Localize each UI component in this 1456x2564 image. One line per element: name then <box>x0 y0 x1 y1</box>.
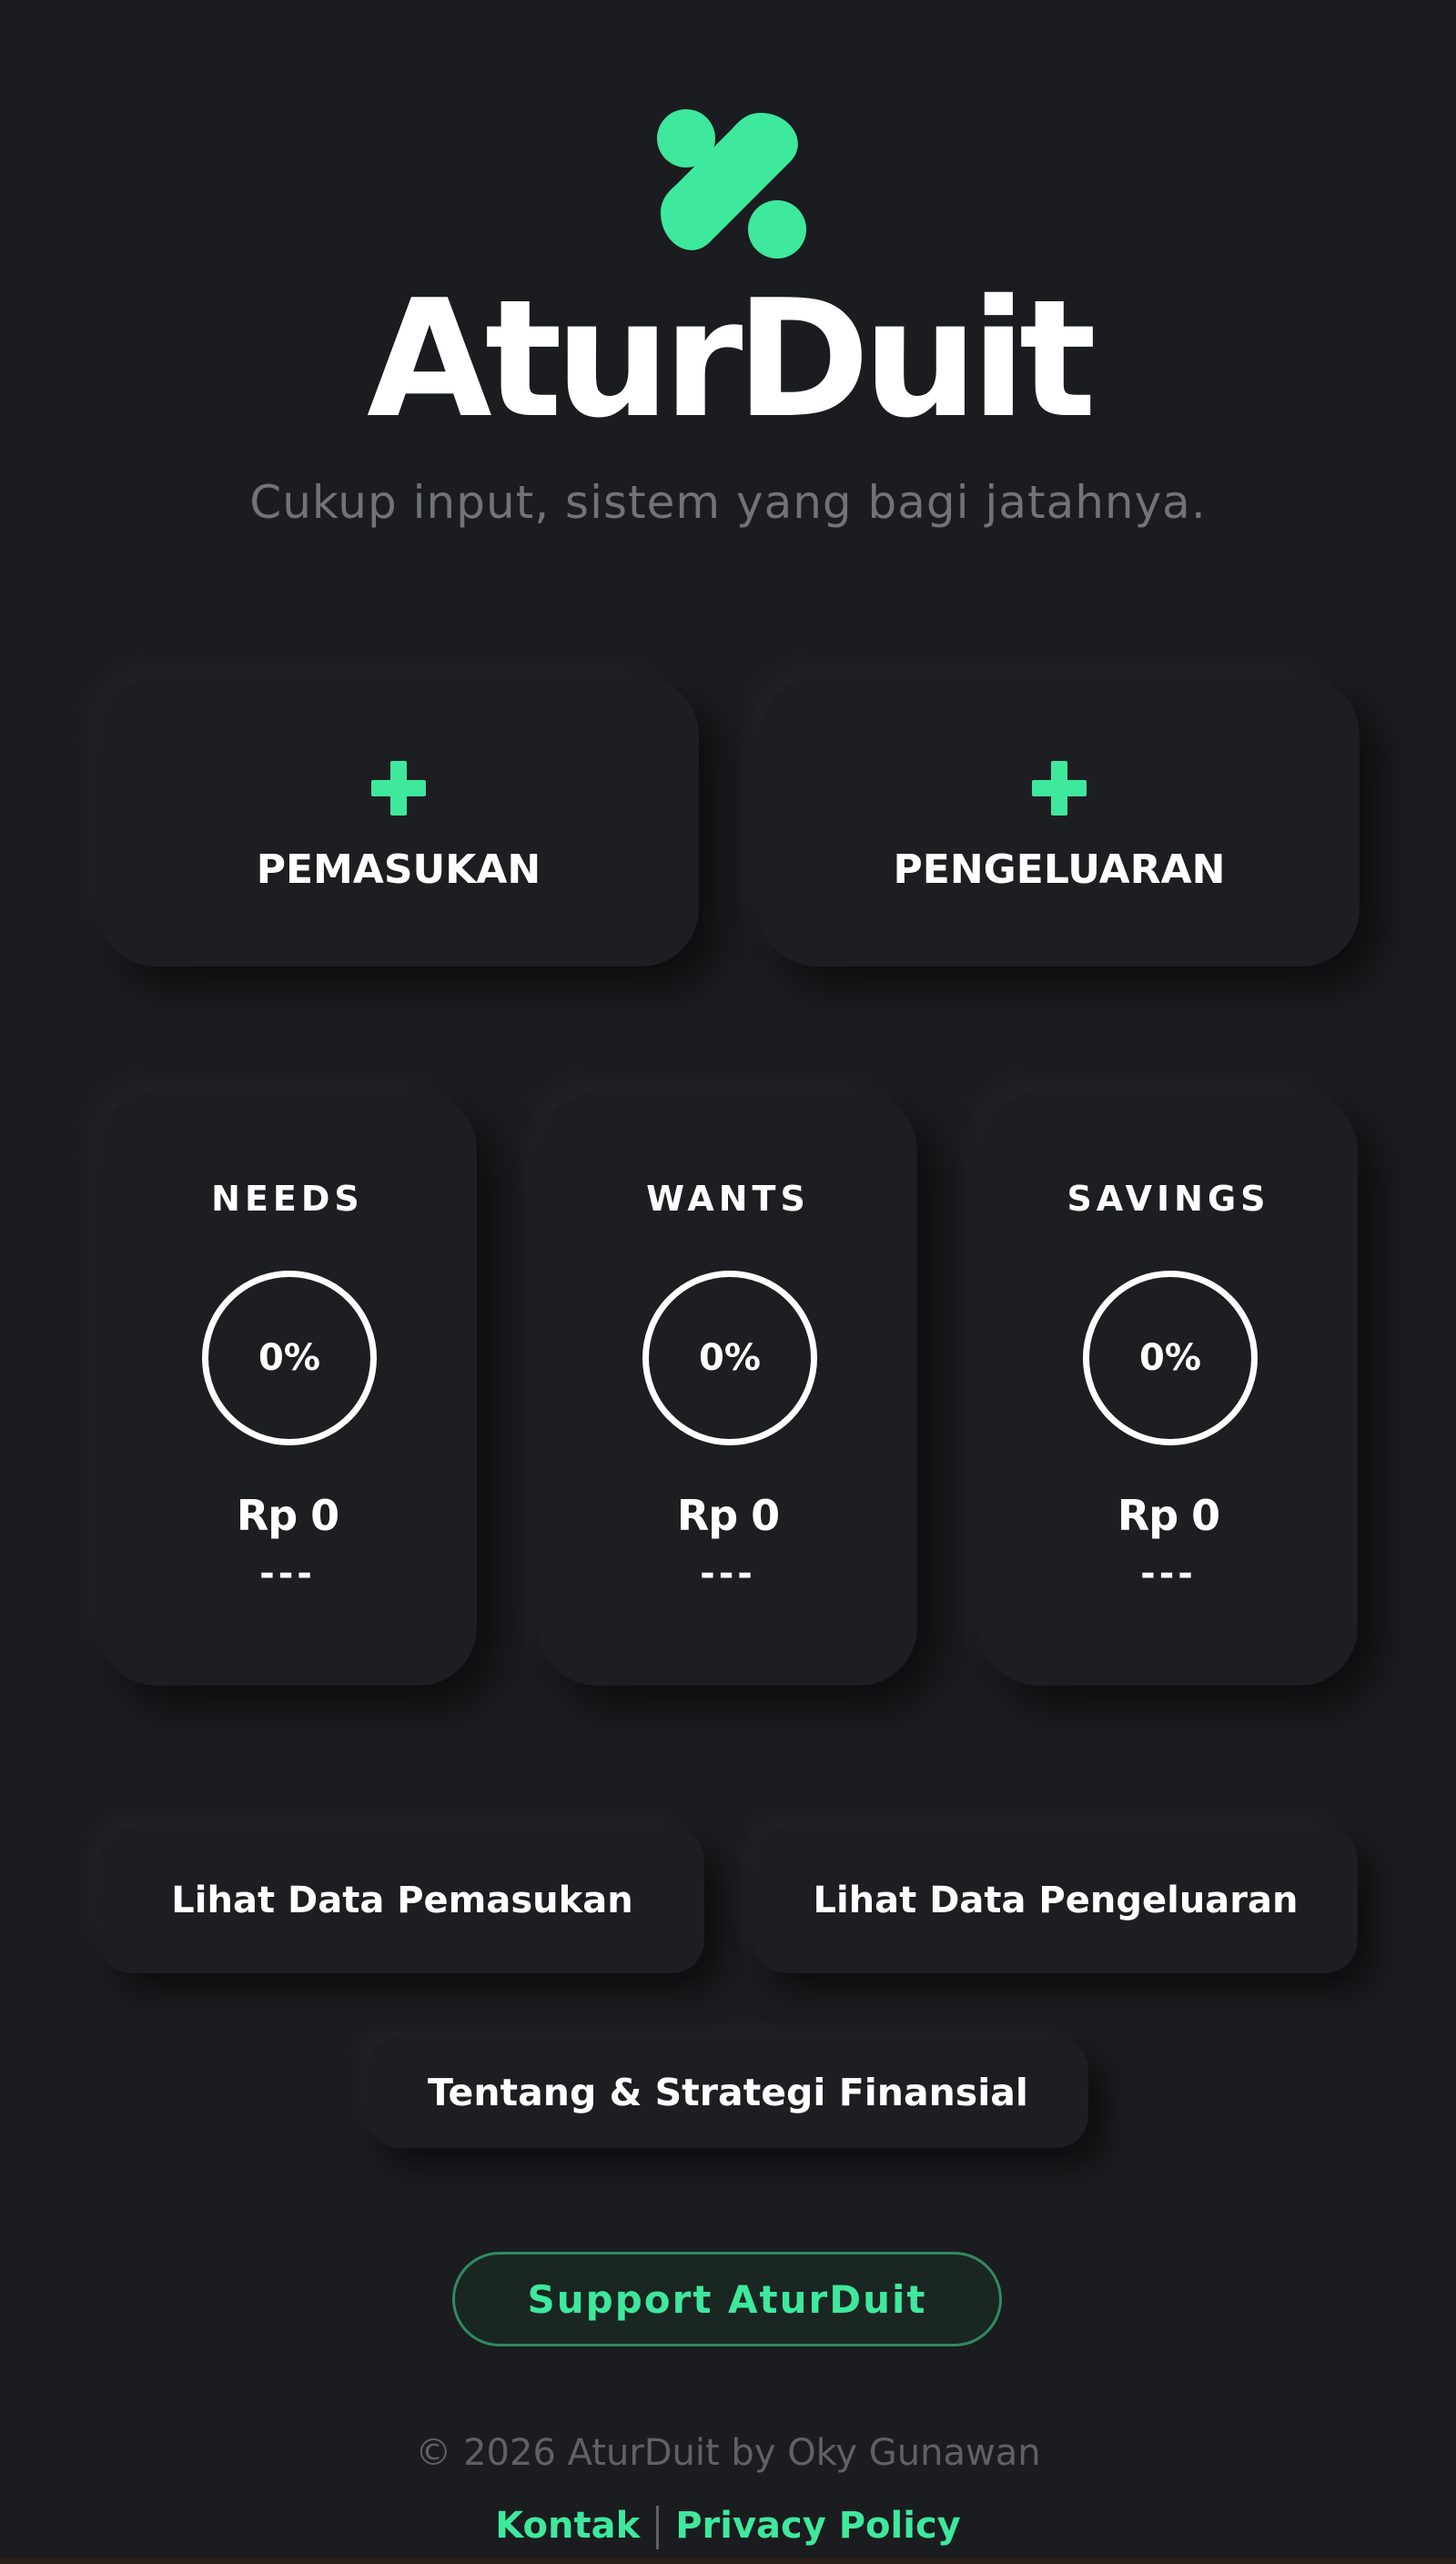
support-button[interactable]: Support AturDuit <box>452 2252 1002 2346</box>
view-expense-button[interactable]: Lihat Data Pengeluaran <box>753 1828 1358 1973</box>
about-strategy-button[interactable]: Tentang & Strategi Finansial <box>368 2037 1088 2148</box>
footer-links: Kontak Privacy Policy <box>0 2501 1456 2550</box>
category-sub: --- <box>259 1553 316 1595</box>
progress-percent: 0% <box>699 1337 761 1379</box>
tagline: Cukup input, sistem yang bagi jatahnya. <box>249 476 1207 529</box>
category-title: SAVINGS <box>1067 1179 1270 1219</box>
add-expense-button[interactable]: PENGELUARAN <box>759 677 1360 967</box>
view-income-button[interactable]: Lihat Data Pemasukan <box>100 1828 704 1973</box>
progress-ring: 0% <box>202 1271 377 1445</box>
app-title: AturDuit <box>367 265 1097 453</box>
privacy-policy-link[interactable]: Privacy Policy <box>675 2505 961 2547</box>
plus-icon <box>1032 761 1087 816</box>
add-income-button[interactable]: PEMASUKAN <box>98 677 699 967</box>
add-income-label: PEMASUKAN <box>256 846 541 893</box>
copyright-text: © 2026 AturDuit by Oky Gunawan <box>415 2432 1041 2474</box>
category-sub: --- <box>1140 1553 1197 1595</box>
category-card-savings: SAVINGS 0% Rp 0 --- <box>979 1092 1358 1686</box>
footer-divider <box>656 2506 660 2549</box>
progress-percent: 0% <box>1139 1337 1201 1379</box>
category-amount: Rp 0 <box>1117 1491 1220 1540</box>
category-amount: Rp 0 <box>236 1491 339 1540</box>
category-title: WANTS <box>646 1179 810 1219</box>
plus-icon <box>371 761 426 816</box>
progress-ring: 0% <box>642 1271 817 1445</box>
bottom-edge <box>0 2559 1456 2564</box>
progress-percent: 0% <box>258 1337 320 1379</box>
category-amount: Rp 0 <box>676 1491 780 1540</box>
category-sub: --- <box>700 1553 756 1595</box>
category-card-needs: NEEDS 0% Rp 0 --- <box>98 1092 477 1686</box>
progress-ring: 0% <box>1083 1271 1258 1445</box>
category-card-wants: WANTS 0% Rp 0 --- <box>539 1092 917 1686</box>
contact-link[interactable]: Kontak <box>495 2505 640 2547</box>
percent-icon <box>657 109 806 258</box>
category-title: NEEDS <box>211 1179 364 1219</box>
add-expense-label: PENGELUARAN <box>893 846 1226 893</box>
